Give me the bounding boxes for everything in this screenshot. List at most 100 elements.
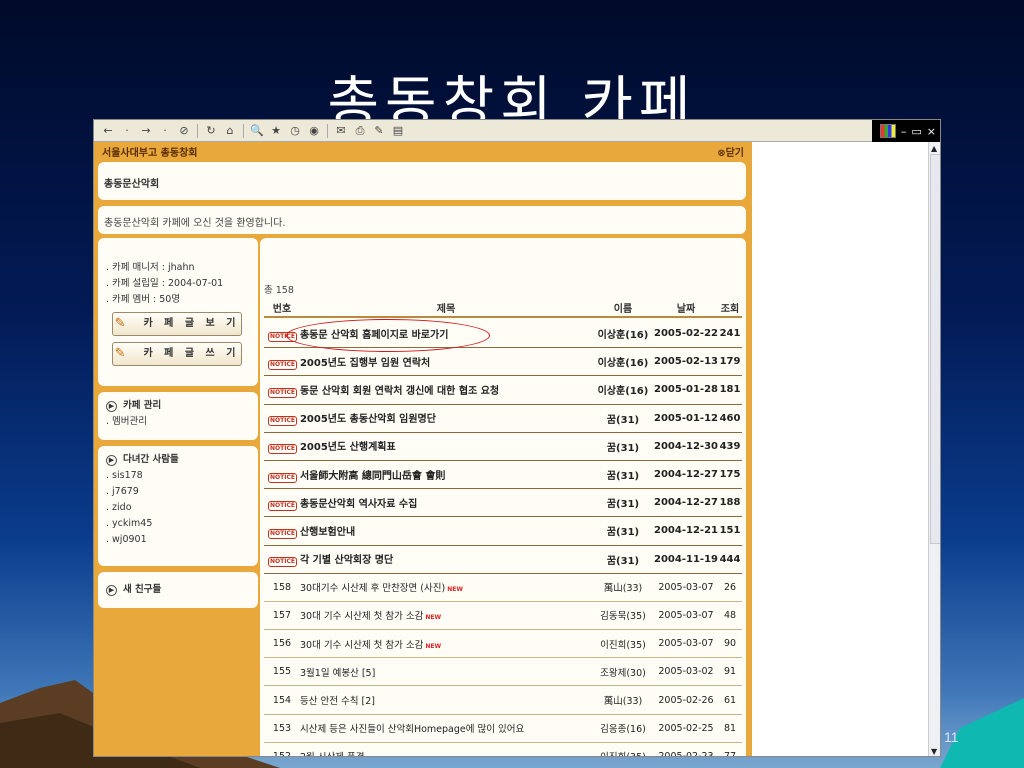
post-title-cell[interactable]: 2월 시산제 풍경 xyxy=(300,749,592,756)
notice-row[interactable]: NOTICE 서울師大附高 總同門山岳會 會則 꿈(31) 2004-12-27 175 xyxy=(264,461,742,490)
author: 꿈(31) xyxy=(606,414,640,426)
cafe-manage-heading[interactable]: ▶ 카페 관리 xyxy=(106,398,250,414)
post-date: 2004-12-30 xyxy=(654,440,718,452)
post-date: 2004-12-27 xyxy=(654,497,718,509)
post-title-cell[interactable]: 등산 안전 수칙 [2] xyxy=(300,693,592,707)
scroll-up-icon[interactable]: ▲ xyxy=(931,144,937,153)
home-icon[interactable]: ⊘ xyxy=(176,124,192,138)
media-icon[interactable]: ★ xyxy=(268,124,284,138)
post-number: 153 xyxy=(272,722,292,734)
notice-title-cell[interactable]: NOTICE 산행보험안내 xyxy=(264,523,592,539)
author: 김동묵(35) xyxy=(600,611,646,623)
notice-row[interactable]: NOTICE 2005년도 집행부 임원 연락처 이상훈(16) 2005-02-13… xyxy=(264,348,742,377)
scroll-thumb[interactable] xyxy=(930,154,940,544)
pencil-icon: ✎ xyxy=(114,346,126,361)
hit-count: 188 xyxy=(719,497,741,509)
toolbar-icon[interactable]: ▤ xyxy=(390,124,406,138)
post-title[interactable]: 동문 산악회 회원 연락처 갱신에 대한 협조 요청 xyxy=(300,386,499,397)
search-icon[interactable]: ↻ xyxy=(203,124,219,138)
post-title-cell[interactable]: 3월1일 예봉산 [5] xyxy=(300,665,592,679)
maximize-button[interactable]: ▭ xyxy=(911,125,921,138)
notice-row[interactable]: NOTICE 총동문산악회 역사자료 수집 꿈(31) 2004-12-27 188 xyxy=(264,489,742,518)
discuss-icon[interactable]: ⎙ xyxy=(352,124,368,138)
history-icon[interactable]: 🔍 xyxy=(249,124,265,138)
new-badge: NEW xyxy=(425,642,442,650)
notice-title-cell[interactable]: NOTICE 2005년도 산행계획표 xyxy=(264,438,592,455)
new-badge: NEW xyxy=(425,614,442,622)
notice-row[interactable]: NOTICE 동문 산악회 회원 연락처 갱신에 대한 협조 요청 이상훈(16) 2… xyxy=(264,376,742,405)
post-title-cell[interactable]: 30대 기수 시산제 첫 참가 소감 NEW xyxy=(300,608,592,622)
post-title[interactable]: 2005년도 산행계획표 xyxy=(300,442,396,453)
visitor-item[interactable]: . sis178 xyxy=(106,468,250,484)
post-title-cell[interactable]: 30대기수 시산제 후 만찬장면 (사진) NEW xyxy=(300,580,592,594)
post-title[interactable]: 시산제 등은 사진들이 산악회Homepage에 많이 있어요 xyxy=(300,724,524,735)
print-icon[interactable]: ◉ xyxy=(306,124,322,138)
close-button[interactable]: ⊗닫기 xyxy=(717,144,744,159)
post-title[interactable]: 2005년도 집행부 임원 연락처 xyxy=(300,358,430,369)
author: 萬山(33) xyxy=(603,696,643,708)
visitors-heading[interactable]: ▶ 다녀간 사람들 xyxy=(106,452,250,468)
forward-icon[interactable]: · xyxy=(119,124,135,138)
col-hits: 조회 xyxy=(720,303,740,315)
mail-icon[interactable]: ◷ xyxy=(287,124,303,138)
post-title[interactable]: 산행보험안내 xyxy=(300,527,355,538)
post-title-cell[interactable]: 시산제 등은 사진들이 산악회Homepage에 많이 있어요 xyxy=(300,721,592,735)
post-title-cell[interactable]: 30대 기수 시산제 첫 참가 소감 NEW xyxy=(300,637,592,651)
post-title[interactable]: 총동문산악회 역사자료 수집 xyxy=(300,499,417,510)
windows-logo-icon xyxy=(879,124,896,138)
table-header: 번호 제목 이름 날짜 조회 xyxy=(264,298,742,318)
post-title[interactable]: 서울師大附高 總同門山岳會 會則 xyxy=(300,471,445,482)
refresh-icon[interactable]: · xyxy=(157,124,173,138)
member-manage-link[interactable]: . 멤버관리 xyxy=(106,414,250,430)
visitor-item[interactable]: . wj0901 xyxy=(106,532,250,548)
hit-count: 179 xyxy=(719,356,741,368)
post-title[interactable]: 각 기별 산악회장 명단 xyxy=(300,555,393,566)
visitor-item[interactable]: . yckim45 xyxy=(106,516,250,532)
notice-title-cell[interactable]: NOTICE 서울師大附高 總同門山岳會 會則 xyxy=(264,467,592,483)
visitor-item[interactable]: . zido xyxy=(106,500,250,516)
notice-title-cell[interactable]: NOTICE 2005년도 집행부 임원 연락처 xyxy=(264,354,592,370)
pencil-icon: ✎ xyxy=(114,316,126,331)
post-title[interactable]: 등산 안전 수칙 [2] xyxy=(300,696,375,707)
visitor-item[interactable]: . j7679 xyxy=(106,484,250,500)
edit-icon[interactable]: ✉ xyxy=(333,124,349,138)
cafe-frame: 서울사대부고 총동창회 ⊗닫기 총동문산악회 총동문산악회 카페에 오신 것을 … xyxy=(94,142,752,756)
post-title[interactable]: 30대 기수 시산제 첫 참가 소감 xyxy=(300,611,423,622)
post-row[interactable]: 152 2월 시산제 풍경 이진희(35) 2005-02-23 77 xyxy=(264,743,742,756)
notice-row[interactable]: NOTICE 2005년도 총동산악회 임원명단 꿈(31) 2005-01-12 46… xyxy=(264,405,742,433)
toolbar-separator xyxy=(327,123,328,138)
stop-icon[interactable]: → xyxy=(138,124,154,138)
post-row[interactable]: 155 3월1일 예봉산 [5] 조왕제(30) 2005-03-02 91 xyxy=(264,658,742,687)
post-row[interactable]: 156 30대 기수 시산제 첫 참가 소감 NEW 이진희(35) 2005-03-0… xyxy=(264,630,742,659)
arrow-circle-icon: ▶ xyxy=(106,584,117,596)
post-title[interactable]: 30대 기수 시산제 첫 참가 소감 xyxy=(300,640,423,651)
notice-title-cell[interactable]: NOTICE 동문 산악회 회원 연락처 갱신에 대한 협조 요청 xyxy=(264,382,592,398)
read-posts-button[interactable]: ✎ 카 페 글 보 기 xyxy=(112,312,242,336)
post-row[interactable]: 154 등산 안전 수칙 [2] 萬山(33) 2005-02-26 61 xyxy=(264,686,742,715)
favorites-icon[interactable]: ⌂ xyxy=(222,124,238,138)
notice-row[interactable]: NOTICE 2005년도 산행계획표 꿈(31) 2004-12-30 439 xyxy=(264,433,742,461)
write-post-button[interactable]: ✎ 카 페 글 쓰 기 xyxy=(112,342,242,366)
close-window-button[interactable]: × xyxy=(927,125,936,138)
post-date: 2005-03-02 xyxy=(658,666,714,678)
notice-title-cell[interactable]: NOTICE 각 기별 산악회장 명단 xyxy=(264,551,592,568)
post-title[interactable]: 3월1일 예봉산 [5] xyxy=(300,668,375,679)
minimize-button[interactable]: – xyxy=(901,125,907,138)
scrollbar[interactable]: ▲ ▼ xyxy=(928,142,940,756)
new-friends-heading[interactable]: ▶ 새 친구들 xyxy=(106,582,250,598)
post-title[interactable]: 2월 시산제 풍경 xyxy=(300,752,365,756)
notice-row[interactable]: NOTICE 각 기별 산악회장 명단 꿈(31) 2004-11-19 444 xyxy=(264,546,742,574)
post-row[interactable]: 153 시산제 등은 사진들이 산악회Homepage에 많이 있어요 김응종(16… xyxy=(264,715,742,743)
back-icon[interactable]: ← xyxy=(100,124,116,138)
notice-title-cell[interactable]: NOTICE 총동문산악회 역사자료 수집 xyxy=(264,495,592,511)
post-row[interactable]: 158 30대기수 시산제 후 만찬장면 (사진) NEW 萬山(33) 2005-03… xyxy=(264,574,742,602)
post-title[interactable]: 2005년도 총동산악회 임원명단 xyxy=(300,414,436,425)
toolbar-icon[interactable]: ✎ xyxy=(371,124,387,138)
notice-title-cell[interactable]: NOTICE 2005년도 총동산악회 임원명단 xyxy=(264,410,592,427)
new-friends-title: 새 친구들 xyxy=(123,584,162,595)
post-row[interactable]: 157 30대 기수 시산제 첫 참가 소감 NEW 김동묵(35) 2005-03-0… xyxy=(264,602,742,631)
scroll-down-icon[interactable]: ▼ xyxy=(931,747,937,756)
write-post-label: 카 페 글 쓰 기 xyxy=(143,348,240,359)
post-title[interactable]: 30대기수 시산제 후 만찬장면 (사진) xyxy=(300,583,445,594)
notice-row[interactable]: NOTICE 산행보험안내 꿈(31) 2004-12-21 151 xyxy=(264,517,742,546)
